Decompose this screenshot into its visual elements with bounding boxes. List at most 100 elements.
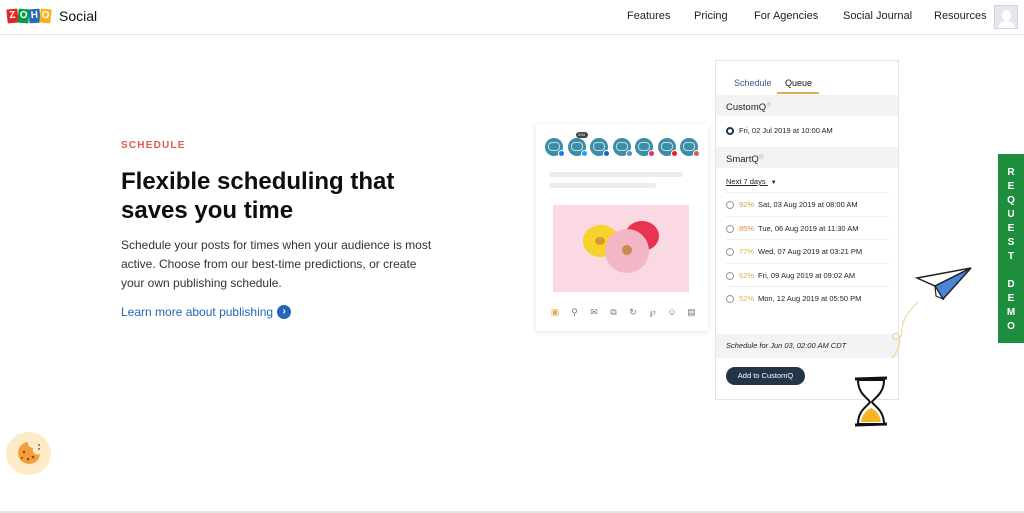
smartq-slot[interactable]: 62% Fri, 09 Aug 2019 at 09:02 AM [726, 262, 889, 286]
tab-schedule[interactable]: Schedule [734, 78, 772, 88]
customq-slot-date: Fri, 02 Jul 2019 at 10:00 AM [739, 126, 833, 135]
section-eyebrow: SCHEDULE [121, 140, 186, 151]
pinterest-icon[interactable]: ℘ [646, 305, 660, 319]
facebook-icon [558, 150, 565, 157]
smartq-slot[interactable]: 52% Mon, 12 Aug 2019 at 05:50 PM [726, 286, 889, 309]
profile-avatar-facebook[interactable] [545, 138, 565, 157]
slot-score: 77% [739, 247, 755, 256]
slot-score: 52% [739, 294, 755, 303]
smartq-slot[interactable]: 85% Tue, 06 Aug 2019 at 11:30 AM [726, 215, 889, 239]
schedule-for-text: Schedule for Jun 03, 02:00 AM CDT [716, 334, 898, 358]
location-icon[interactable]: ⚲ [568, 305, 582, 319]
radio-unselected[interactable] [726, 248, 734, 257]
logo-letter: O [39, 8, 52, 24]
demo-letter: S [1007, 237, 1015, 248]
profile-avatar-google-business[interactable] [612, 138, 633, 157]
hero-title: Flexible scheduling that saves you time [121, 168, 395, 224]
paper-plane-icon [915, 267, 972, 301]
profile-logo [660, 142, 673, 151]
nav-pricing[interactable]: Pricing [694, 10, 728, 22]
cookie-icon [18, 442, 40, 464]
customq-slot[interactable]: Fri, 02 Jul 2019 at 10:00 AM [726, 126, 833, 136]
gif-icon[interactable]: ⧉ [607, 305, 621, 319]
learn-more-link[interactable]: Learn more about publishing › [121, 305, 292, 319]
zoho-social-logo[interactable]: Z O H O Social [6, 8, 97, 24]
smartq-label: SmartQ [726, 154, 759, 166]
slot-score: 92% [739, 200, 755, 209]
profile-logo [593, 142, 605, 151]
profile-avatar-youtube[interactable] [657, 138, 678, 157]
demo-letter: E [1007, 223, 1015, 234]
nav-social-journal[interactable]: Social Journal [843, 10, 912, 22]
profile-logo [615, 142, 628, 151]
learn-more-label: Learn more about publishing [121, 305, 274, 319]
linkedin-icon [603, 150, 610, 157]
profile-avatar-twitter[interactable]: 234 [567, 132, 588, 157]
post-composer-card: 234 ▣ ⚲ ✉ ⧉ ↻ ℘ ☺ ▤ [536, 124, 708, 331]
instagram-icon [648, 150, 655, 157]
radio-unselected[interactable] [726, 201, 734, 210]
add-to-customq-button[interactable]: Add to CustomQ [726, 367, 805, 385]
nav-resources[interactable]: Resources [934, 10, 987, 22]
radio-unselected[interactable] [726, 295, 734, 304]
info-icon[interactable]: ◎ [766, 102, 771, 108]
cookie-shape [18, 442, 40, 464]
pinterest-icon [693, 150, 700, 157]
profile-logo [570, 142, 583, 151]
slot-date: Wed, 07 Aug 2019 at 03:21 PM [758, 247, 863, 256]
customq-header: CustomQ◎ [716, 95, 898, 116]
hourglass-top [854, 376, 888, 381]
demo-letter: U [1007, 209, 1015, 220]
cookie-preferences-button[interactable] [6, 432, 51, 475]
emoji-icon[interactable]: ☺ [665, 305, 679, 319]
smartq-slot[interactable]: 77% Wed, 07 Aug 2019 at 03:21 PM [726, 239, 889, 262]
range-label: Next 7 days [726, 177, 766, 186]
profile-avatars: 234 [545, 132, 703, 157]
text-placeholder-line [549, 183, 656, 188]
smartq-slot[interactable]: 92% Sat, 03 Aug 2019 at 08:00 AM [726, 192, 889, 215]
info-icon[interactable]: ◎ [759, 154, 764, 160]
profile-logo [683, 142, 695, 151]
demo-letter: Q [1007, 195, 1015, 206]
article-icon[interactable]: ▤ [685, 305, 699, 319]
caret-down-icon: ▼ [770, 180, 777, 186]
demo-letter [998, 271, 1024, 278]
profile-avatar-instagram[interactable] [635, 138, 655, 157]
profile-avatar-linkedin[interactable] [590, 138, 610, 157]
profile-avatar-pinterest[interactable] [680, 138, 700, 157]
nav-for-agencies[interactable]: For Agencies [754, 10, 818, 22]
mail-icon[interactable]: ✉ [587, 305, 601, 319]
flight-path-icon [891, 301, 919, 359]
google-business-icon [625, 150, 633, 157]
slot-date: Tue, 06 Aug 2019 at 11:30 AM [758, 223, 859, 233]
queue-tabs: Schedule Queue [716, 61, 898, 94]
avatar-body [998, 21, 1015, 28]
user-avatar[interactable] [994, 5, 1018, 29]
hourglass-icon [854, 376, 888, 427]
text-placeholder-line [549, 172, 683, 177]
refresh-icon[interactable]: ↻ [626, 305, 640, 319]
radio-unselected[interactable] [726, 271, 734, 280]
demo-letter: D [1007, 279, 1015, 290]
range-dropdown[interactable]: Next 7 days ▼ [726, 177, 777, 186]
donut-hole [622, 245, 632, 255]
demo-letter: E [1007, 293, 1015, 304]
demo-letter: O [1007, 321, 1015, 332]
twitter-icon [580, 150, 588, 157]
customq-label: CustomQ [726, 102, 767, 114]
nav-features[interactable]: Features [627, 10, 670, 22]
profile-logo [638, 142, 650, 151]
request-demo-button[interactable]: REQUEST DEMO [998, 154, 1024, 343]
image-icon[interactable]: ▣ [548, 305, 562, 319]
queue-panel: Schedule Queue CustomQ◎ Fri, 02 Jul 2019… [715, 60, 899, 400]
tab-queue[interactable]: Queue [785, 78, 812, 88]
youtube-icon [670, 150, 678, 157]
zoho-logo: Z O H O [6, 8, 52, 24]
donuts-image [553, 205, 689, 292]
flight-path-line [891, 301, 919, 359]
composer-toolbar: ▣ ⚲ ✉ ⧉ ↻ ℘ ☺ ▤ [548, 305, 704, 319]
radio-unselected[interactable] [726, 224, 734, 233]
radio-selected[interactable] [726, 127, 734, 136]
demo-letter: R [1007, 167, 1015, 178]
slot-date: Mon, 12 Aug 2019 at 05:50 PM [758, 294, 862, 303]
